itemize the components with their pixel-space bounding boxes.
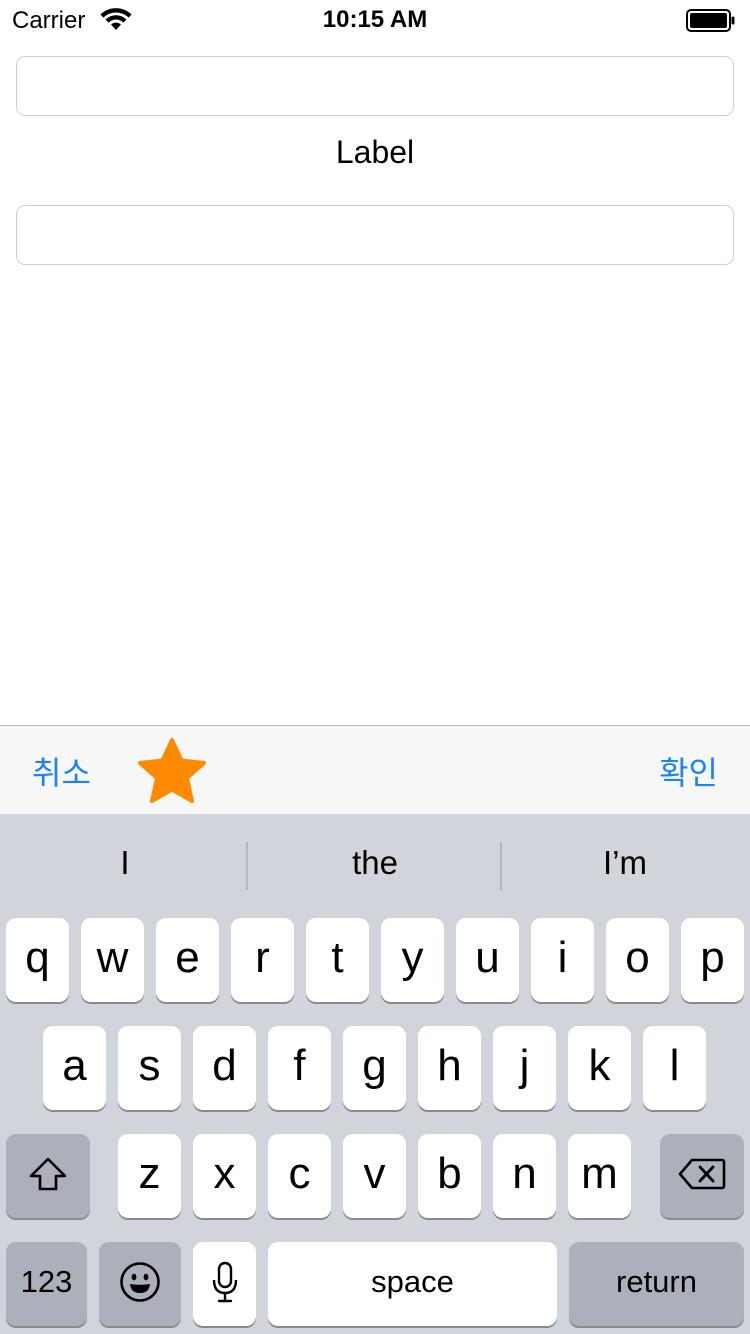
cancel-button[interactable]: 취소 bbox=[32, 748, 91, 794]
key-e[interactable]: e bbox=[156, 918, 219, 1002]
shift-key[interactable] bbox=[6, 1134, 90, 1218]
center-label: Label bbox=[335, 134, 415, 170]
bottom-text-field[interactable] bbox=[16, 205, 734, 265]
numbers-key[interactable]: 123 bbox=[6, 1242, 87, 1326]
backspace-icon bbox=[678, 1157, 726, 1191]
key-c[interactable]: c bbox=[268, 1134, 331, 1218]
key-r[interactable]: r bbox=[231, 918, 294, 1002]
key-u[interactable]: u bbox=[456, 918, 519, 1002]
key-v[interactable]: v bbox=[343, 1134, 406, 1218]
key-l[interactable]: l bbox=[643, 1026, 706, 1110]
key-i[interactable]: i bbox=[531, 918, 594, 1002]
key-z[interactable]: z bbox=[118, 1134, 181, 1218]
key-s[interactable]: s bbox=[118, 1026, 181, 1110]
suggestion-2[interactable]: the bbox=[250, 844, 500, 882]
key-j[interactable]: j bbox=[493, 1026, 556, 1110]
key-y[interactable]: y bbox=[381, 918, 444, 1002]
keyboard-accessory-toolbar: 취소 확인 bbox=[0, 725, 750, 814]
keyboard: I the I’m q w e r t y u i o p a s d f g … bbox=[0, 814, 750, 1334]
key-n[interactable]: n bbox=[493, 1134, 556, 1218]
suggestion-3[interactable]: I’m bbox=[500, 844, 750, 882]
key-d[interactable]: d bbox=[193, 1026, 256, 1110]
shift-icon bbox=[28, 1156, 68, 1192]
key-a[interactable]: a bbox=[43, 1026, 106, 1110]
key-w[interactable]: w bbox=[81, 918, 144, 1002]
key-h[interactable]: h bbox=[418, 1026, 481, 1110]
suggestion-1[interactable]: I bbox=[0, 844, 250, 882]
key-t[interactable]: t bbox=[306, 918, 369, 1002]
star-icon[interactable] bbox=[136, 735, 208, 807]
battery-icon bbox=[686, 9, 736, 32]
screen: Carrier 10:15 AM Label 취소 확인 I the I’m q… bbox=[0, 0, 750, 1334]
key-q[interactable]: q bbox=[6, 918, 69, 1002]
key-f[interactable]: f bbox=[268, 1026, 331, 1110]
key-m[interactable]: m bbox=[568, 1134, 631, 1218]
predictive-text-bar: I the I’m bbox=[0, 814, 750, 918]
backspace-key[interactable] bbox=[660, 1134, 744, 1218]
clock-time: 10:15 AM bbox=[322, 6, 428, 33]
confirm-button[interactable]: 확인 bbox=[659, 748, 718, 794]
key-k[interactable]: k bbox=[568, 1026, 631, 1110]
space-key[interactable]: space bbox=[268, 1242, 557, 1326]
key-p[interactable]: p bbox=[681, 918, 744, 1002]
key-o[interactable]: o bbox=[606, 918, 669, 1002]
emoji-key[interactable] bbox=[99, 1242, 181, 1326]
suggestion-divider bbox=[246, 842, 248, 890]
key-x[interactable]: x bbox=[193, 1134, 256, 1218]
status-bar: Carrier 10:15 AM bbox=[0, 0, 750, 40]
return-key[interactable]: return bbox=[569, 1242, 744, 1326]
key-g[interactable]: g bbox=[343, 1026, 406, 1110]
dictation-key[interactable] bbox=[193, 1242, 256, 1326]
emoji-icon bbox=[119, 1261, 161, 1303]
top-text-field[interactable] bbox=[16, 56, 734, 116]
key-b[interactable]: b bbox=[418, 1134, 481, 1218]
microphone-icon bbox=[211, 1261, 239, 1303]
